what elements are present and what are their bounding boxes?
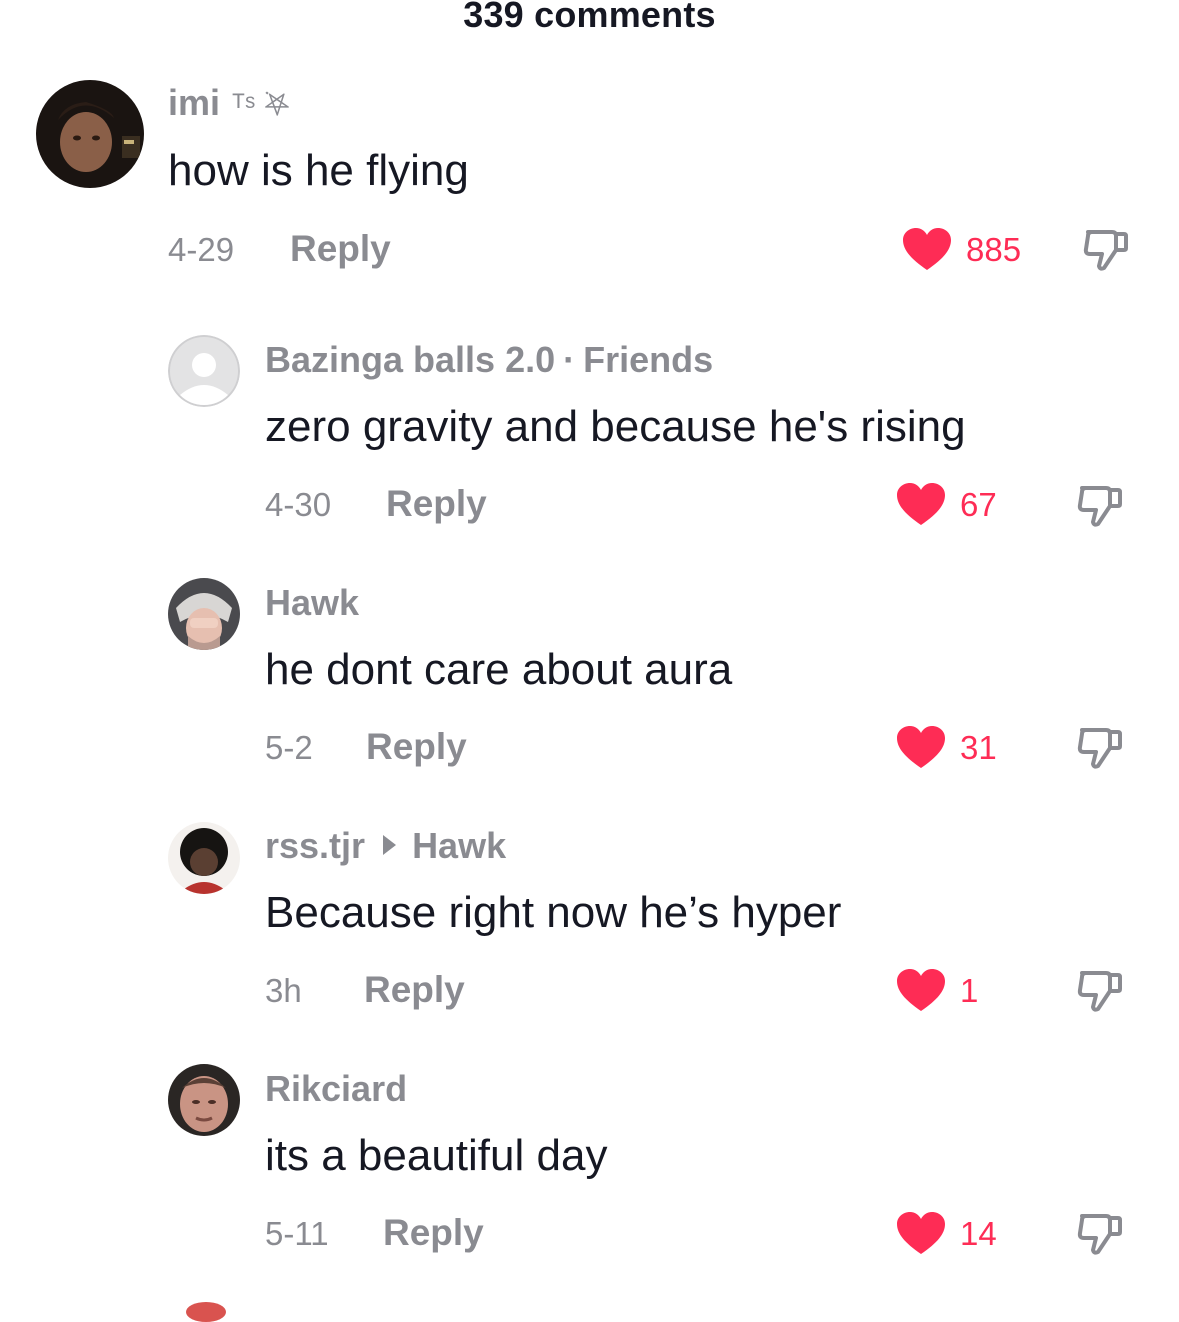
dislike-icon[interactable] <box>1080 224 1132 276</box>
comment-text: how is he flying <box>168 146 469 195</box>
username-text[interactable]: imi <box>168 82 220 123</box>
comment-date: 4-30 <box>265 486 332 523</box>
comment-username[interactable]: Rikciard <box>265 1068 407 1110</box>
reply-button[interactable]: Reply <box>290 228 391 270</box>
heart-icon[interactable] <box>895 724 947 770</box>
like-count: 1 <box>960 972 979 1009</box>
comment-text: zero gravity and because he's rising <box>265 402 966 451</box>
comment-username[interactable]: imi ᵀˢ ࣪𖤐 <box>168 82 290 124</box>
dislike-icon[interactable] <box>1074 722 1126 774</box>
avatar[interactable] <box>36 80 144 188</box>
username-badge: ᵀˢ ࣪𖤐 <box>232 89 291 122</box>
heart-icon[interactable] <box>901 226 953 272</box>
heart-icon[interactable] <box>895 1210 947 1256</box>
relation-label: Friends <box>583 339 714 380</box>
avatar-photo <box>36 80 144 188</box>
dislike-icon[interactable] <box>1074 965 1126 1017</box>
dislike-icon[interactable] <box>1074 1208 1126 1260</box>
comment-username[interactable]: Hawk <box>265 582 359 624</box>
avatar[interactable] <box>168 822 240 894</box>
comment-text: Because right now he’s hyper <box>265 888 842 937</box>
reply-to-username[interactable]: Hawk <box>412 825 506 866</box>
default-avatar-icon <box>168 335 240 407</box>
comment-username[interactable]: rss.tjr Hawk <box>265 825 506 867</box>
comment-text: its a beautiful day <box>265 1131 608 1180</box>
like-count: 67 <box>960 486 997 523</box>
comment-date: 5-11 <box>265 1215 329 1252</box>
comment-date: 3h <box>265 972 302 1009</box>
next-avatar-peek <box>186 1302 226 1322</box>
reply-button[interactable]: Reply <box>366 726 467 768</box>
comment-date: 4-29 <box>168 231 235 268</box>
heart-icon[interactable] <box>895 481 947 527</box>
avatar[interactable] <box>168 578 240 650</box>
like-count: 31 <box>960 729 997 766</box>
comment-text: he dont care about aura <box>265 645 733 694</box>
username-text[interactable]: Bazinga balls 2.0 <box>265 339 555 380</box>
username-text[interactable]: rss.tjr <box>265 825 365 866</box>
comment-date: 5-2 <box>265 729 313 766</box>
heart-icon[interactable] <box>895 967 947 1013</box>
reply-button[interactable]: Reply <box>383 1212 484 1254</box>
avatar[interactable] <box>168 335 240 407</box>
avatar-photo <box>168 822 240 894</box>
separator-dot: · <box>563 339 576 380</box>
comment-username[interactable]: Bazinga balls 2.0 · Friends <box>265 339 713 381</box>
avatar-photo <box>168 1064 240 1136</box>
avatar-photo <box>168 578 240 650</box>
avatar[interactable] <box>168 1064 240 1136</box>
like-count: 885 <box>966 231 1022 268</box>
reply-arrow-icon <box>383 835 397 856</box>
reply-button[interactable]: Reply <box>386 483 487 525</box>
like-count: 14 <box>960 1215 997 1252</box>
dislike-icon[interactable] <box>1074 480 1126 532</box>
reply-button[interactable]: Reply <box>364 969 465 1011</box>
comments-count-title: 339 comments <box>463 0 716 35</box>
